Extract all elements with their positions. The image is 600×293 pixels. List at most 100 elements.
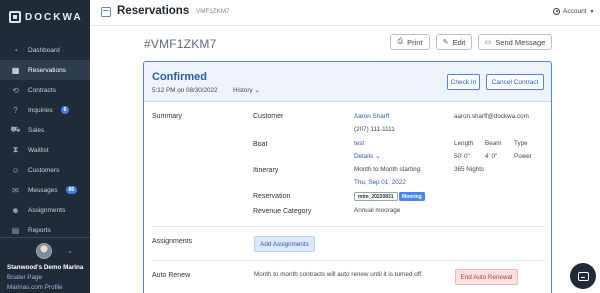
waitlist-icon: ⧗ (12, 145, 19, 154)
customer-label: Customer (253, 113, 284, 120)
status-date: 5:12 PM on 08/30/2022 (152, 87, 218, 94)
contracts-icon: ⟲ (12, 85, 19, 95)
mooring-tag: Mooring (399, 192, 425, 201)
status-label: Confirmed (152, 71, 207, 83)
caret-down-icon: ▼ (589, 8, 595, 15)
length-header: Length (454, 140, 474, 147)
dashboard-icon: ◔ (13, 45, 18, 55)
sidebar-item-reservations[interactable]: ▦ Reservations (0, 60, 90, 80)
reservation-label: Reservation (253, 193, 291, 200)
sidebar-item-label: Reports (28, 226, 51, 234)
boat-label: Boat (253, 141, 268, 148)
reservation-code-tag: mtm_20220831 (354, 192, 398, 201)
summary-label: Summary (152, 113, 182, 120)
section-divider (152, 260, 545, 261)
sidebar-divider (0, 237, 90, 238)
chat-launcher-button[interactable] (570, 263, 596, 289)
chevron-down-icon: ⌄ (375, 153, 381, 160)
sidebar-item-messages[interactable]: ✉ Messages 86 (0, 180, 90, 200)
sidebar-item-label: Dashboard (28, 46, 60, 54)
reservation-id: #VMF1ZKM7 (144, 37, 217, 51)
dockwa-logo[interactable]: DOCKWA (9, 10, 83, 24)
mail-icon: ✉ (12, 185, 19, 195)
itinerary-nights: 365 Nights (454, 166, 485, 173)
sidebar-item-inquiries[interactable]: ? Inquiries 6 (0, 100, 90, 120)
sidebar-item-label: Assignments (28, 206, 66, 214)
pencil-icon: ✎ (442, 39, 449, 46)
edit-label: Edit (452, 37, 466, 47)
sidebar-item-contracts[interactable]: ⟲ Contracts (0, 80, 90, 100)
check-in-button[interactable]: Check In (447, 74, 480, 90)
reports-icon: ▤ (11, 225, 20, 235)
sidebar-item-label: Customers (28, 166, 60, 174)
person-icon: ☻ (11, 205, 20, 215)
beam-header: Beam (485, 140, 502, 147)
reservation-card: Confirmed 5:12 PM on 08/30/2022 History … (143, 61, 552, 293)
sidebar-item-customers[interactable]: ☺ Customers (0, 160, 90, 180)
marina-avatar[interactable] (36, 243, 52, 259)
calendar-icon (101, 7, 111, 17)
chevron-down-icon: ⌄ (254, 87, 260, 94)
sidebar-item-sales[interactable]: ⛟ Sales (0, 120, 90, 140)
sidebar-item-label: Messages (28, 186, 58, 194)
boater-page-link[interactable]: Boater Page (7, 274, 42, 281)
boat-details-toggle[interactable]: Details ⌄ (354, 153, 380, 160)
breadcrumb-separator: › (187, 8, 190, 15)
marinas-profile-link[interactable]: Marinas.com Profile (7, 284, 63, 291)
sidebar-item-label: Waitlist (28, 146, 49, 154)
customer-phone: (207) 111-1111 (354, 126, 395, 133)
user-circle-icon (553, 8, 560, 15)
sidebar-item-label: Reservations (28, 66, 66, 74)
customer-name-link[interactable]: Aaron Sharff (354, 113, 389, 120)
send-message-button[interactable]: ▭ Send Message (478, 34, 552, 50)
account-menu[interactable]: Account ▼ (553, 8, 594, 15)
history-label: History (233, 87, 253, 94)
brand-name: DOCKWA (25, 11, 83, 23)
top-header: Reservations › VMF1ZKM7 Account ▼ (90, 0, 600, 26)
assignments-label: Assignments (152, 238, 193, 245)
sidebar-item-dashboard[interactable]: ◔ Dashboard (0, 40, 90, 60)
sidebar: DOCKWA ◔ Dashboard ▦ Reservations ⟲ Cont… (0, 0, 90, 293)
itinerary-label: Itinerary (253, 167, 279, 174)
messages-count-badge: 86 (65, 186, 78, 194)
itinerary-line: Month to Month starting: (354, 166, 422, 173)
boat-beam: 4' 0" (485, 153, 498, 160)
chevron-down-icon[interactable]: ⌄ (67, 247, 73, 255)
printer-icon: ⎙ (397, 38, 404, 45)
auto-renew-text: Month to month contracts will auto renew… (254, 271, 423, 278)
cart-icon: ⛟ (10, 125, 21, 134)
account-label: Account (563, 8, 587, 15)
customer-email: aaron.sharff@dockwa.com (454, 113, 529, 120)
history-dropdown[interactable]: History ⌄ (233, 87, 260, 94)
reservation-status-header: Confirmed 5:12 PM on 08/30/2022 History … (144, 62, 551, 102)
inquiries-count-badge: 6 (60, 106, 70, 114)
sidebar-item-waitlist[interactable]: ⧗ Waitlist (0, 140, 90, 160)
boat-type: Power (514, 153, 532, 160)
breadcrumb: VMF1ZKM7 (196, 8, 230, 15)
type-header: Type (514, 140, 528, 147)
print-label: Print (407, 37, 423, 47)
itinerary-date-link[interactable]: Thu, Sep 01, 2022 (354, 179, 406, 186)
question-icon: ? (13, 105, 18, 115)
auto-renew-label: Auto Renew (152, 272, 191, 279)
cancel-contract-button[interactable]: Cancel Contract (486, 74, 544, 90)
send-message-label: Send Message (495, 37, 546, 47)
chat-bubble-icon (577, 271, 589, 281)
sidebar-item-label: Sales (28, 126, 45, 134)
dockwa-logo-icon (9, 11, 21, 23)
sidebar-item-label: Inquiries (28, 106, 53, 114)
boat-length: 50' 0" (454, 153, 470, 160)
customers-icon: ☺ (11, 165, 20, 175)
sidebar-item-label: Contracts (28, 86, 56, 94)
print-button[interactable]: ⎙ Print (390, 34, 430, 50)
end-auto-renewal-button[interactable]: End Auto Renewal (455, 269, 518, 285)
revenue-category-label: Revenue Category (253, 208, 312, 215)
edit-button[interactable]: ✎ Edit (436, 34, 472, 50)
boat-name-link[interactable]: test (354, 140, 364, 147)
marina-name: Stanwood's Demo Marina (7, 264, 84, 271)
details-label: Details (354, 153, 374, 160)
section-divider (152, 226, 545, 227)
add-assignments-button[interactable]: Add Assignments (254, 236, 315, 252)
sidebar-item-assignments[interactable]: ☻ Assignments (0, 200, 90, 220)
chat-icon: ▭ (484, 39, 492, 46)
